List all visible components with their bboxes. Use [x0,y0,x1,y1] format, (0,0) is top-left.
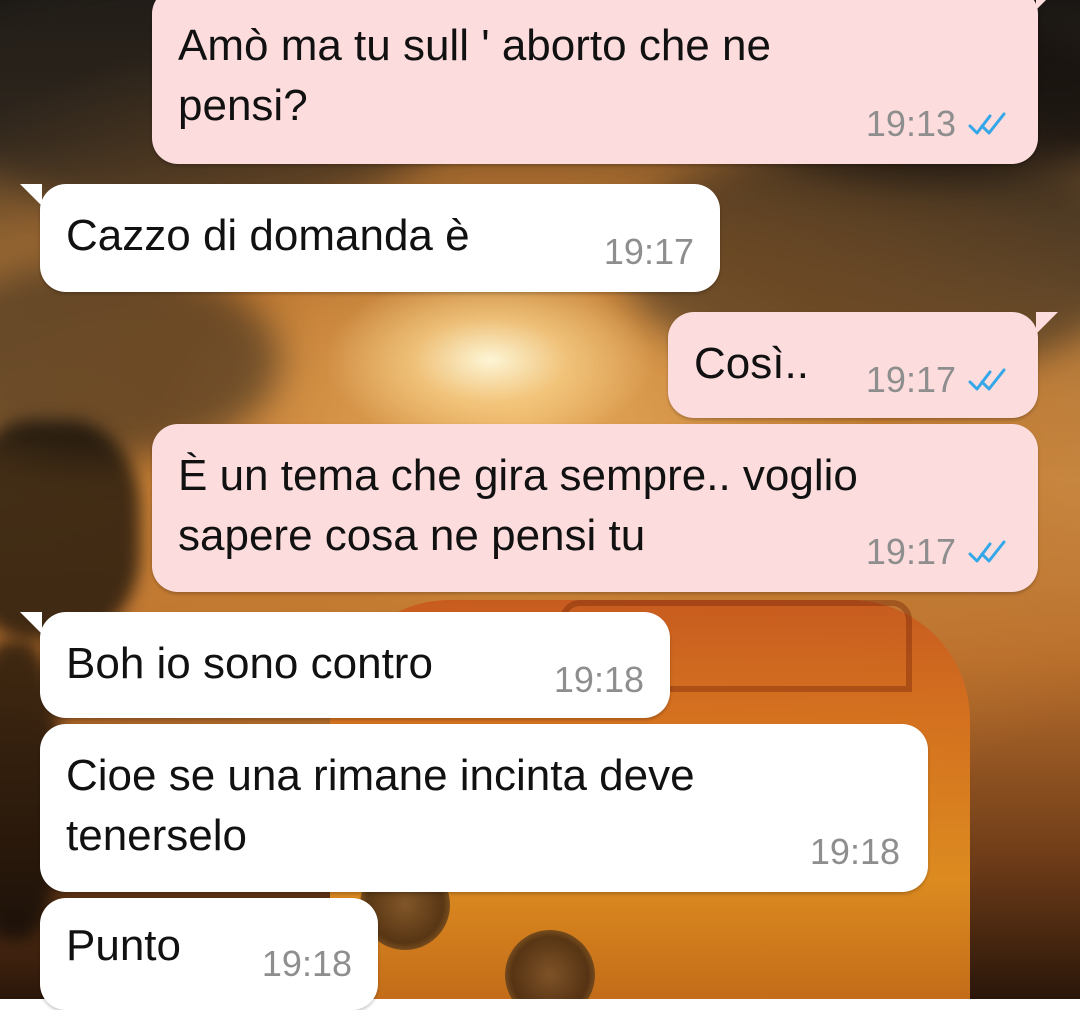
read-double-check-icon [968,112,1006,135]
message-time: 19:18 [809,831,900,872]
incoming-message[interactable]: Cazzo di domanda è 19:17 [20,184,720,292]
message-time: 19:17 [865,531,956,572]
message-time: 19:18 [553,659,644,700]
message-text: Cazzo di domanda è [66,211,470,260]
message-text: Boh io sono contro [66,639,433,688]
message-meta: 19:17 [866,532,1014,572]
message-meta: 19:18 [262,944,352,984]
message-time: 19:18 [261,943,352,984]
message-text: Così.. [694,339,809,388]
read-double-check-icon [968,368,1006,391]
message-time: 19:17 [865,359,956,400]
incoming-message[interactable]: Cioe se una rimane incinta deve tenersel… [40,724,928,892]
message-text: Cioe se una rimane incinta deve tenersel… [66,751,695,860]
message-meta: 19:18 [810,832,900,872]
message-meta: 19:13 [866,104,1014,144]
message-text: Amò ma tu sull ' aborto che ne pensi? [178,21,771,130]
message-time: 19:13 [865,103,956,144]
message-time: 19:17 [603,231,694,272]
incoming-message[interactable]: Punto 19:18 [40,898,378,1010]
message-meta: 19:17 [604,232,694,272]
message-meta: 19:18 [554,660,644,700]
outgoing-message[interactable]: Così.. 19:17 [668,312,1058,418]
read-double-check-icon [968,540,1006,563]
message-meta: 19:17 [866,360,1014,400]
incoming-message[interactable]: Boh io sono contro 19:18 [20,612,670,718]
outgoing-message[interactable]: È un tema che gira sempre.. voglio saper… [152,424,1038,592]
outgoing-message[interactable]: Amò ma tu sull ' aborto che ne pensi? 19… [152,0,1058,164]
message-text: Punto [66,921,181,970]
conversation-view: Amò ma tu sull ' aborto che ne pensi? 19… [0,0,1080,1010]
